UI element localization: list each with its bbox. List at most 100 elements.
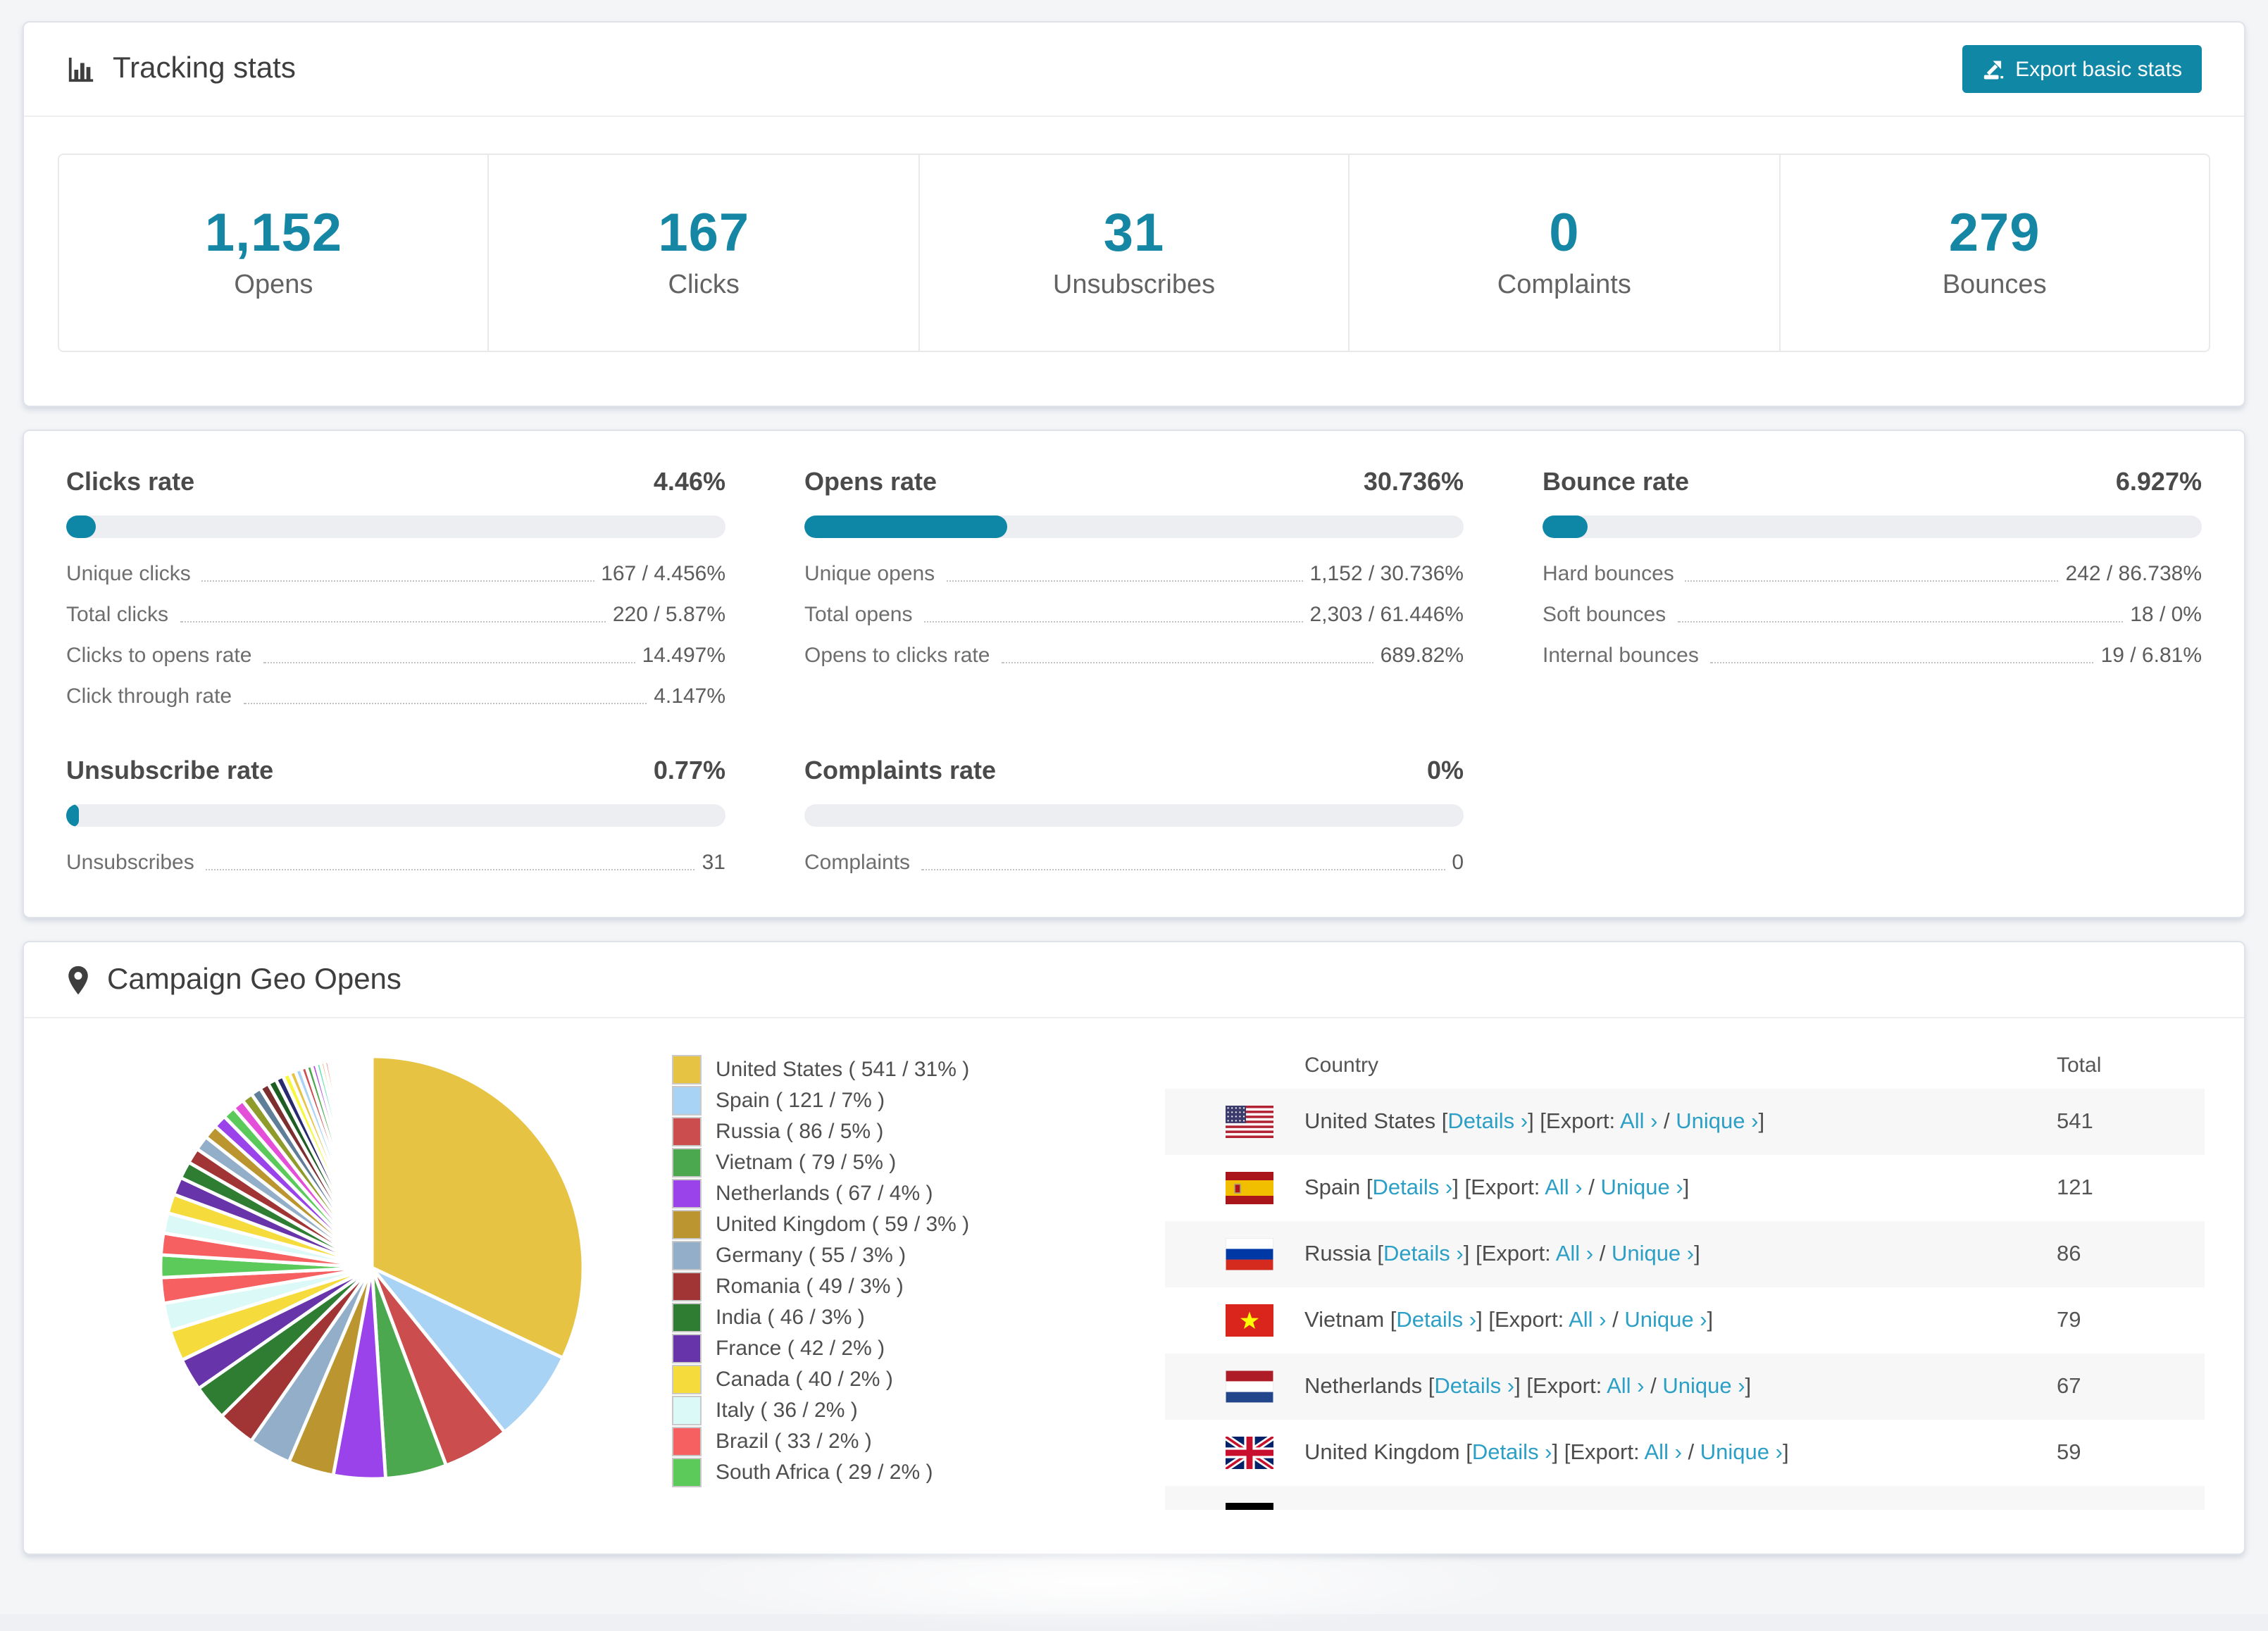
export-unique-link-vietnam[interactable]: Unique › [1624,1308,1707,1332]
rate-row: Unsubscribes 31 [66,851,725,875]
dashboard-root: Tracking stats Export basic stats 1,152 O… [0,0,2268,1631]
map-pin-icon [66,964,90,995]
details-link-united-states[interactable]: Details › [1447,1109,1528,1133]
geo-table-header-country: Country [1304,1053,1379,1077]
bracket: ] [1683,1175,1690,1199]
stat-label: Opens [234,270,313,300]
bracket: ] [ [1552,1440,1571,1464]
rate-row: Opens to clicks rate 689.82% [804,644,1464,668]
rate-row-label: Unique opens [804,562,935,586]
export-unique-link-united-kingdom[interactable]: Unique › [1700,1440,1783,1464]
geo-table-row-russia: Russia [Details ›] [Export: All › / Uniq… [1165,1221,2205,1287]
details-link-russia[interactable]: Details › [1383,1242,1464,1266]
rate-row-label: Complaints [804,851,911,875]
details-link-spain[interactable]: Details › [1373,1175,1453,1199]
export-unique-link-united-states[interactable]: Unique › [1676,1109,1758,1133]
details-link-netherlands[interactable]: Details › [1434,1374,1514,1398]
export-all-link-vietnam[interactable]: All › [1569,1308,1606,1332]
legend-label: Vietnam ( 79 / 5% ) [716,1150,897,1174]
dotted-leader [180,621,606,623]
rate-row-value: 14.497% [642,644,725,668]
rate-row-value: 4.147% [654,685,725,708]
export-all-link-spain[interactable]: All › [1545,1175,1582,1199]
rate-row-label: Unsubscribes [66,851,194,875]
campaign-geo-opens-card: Campaign Geo Opens United States ( 541 /… [23,941,2245,1555]
legend-item-germany: Germany ( 55 / 3% ) [672,1241,969,1270]
details-link-germany[interactable]: Details › [1407,1506,1487,1510]
page: Tracking stats Export basic stats 1,152 O… [0,0,2268,1631]
export-prefix: Export: [1532,1374,1607,1398]
bracket: [ [1377,1242,1383,1266]
legend-item-brazil: Brazil ( 33 / 2% ) [672,1427,969,1456]
rate-row-label: Clicks to opens rate [66,644,252,668]
geo-row-country-cell: Spain [Details ›] [Export: All › / Uniqu… [1226,1172,2057,1204]
legend-swatch [672,1148,702,1177]
rate-block-bounce-rate: Bounce rate 6.927% Hard bounces 242 / 86.73… [1543,468,2202,708]
legend-swatch [672,1334,702,1363]
export-unique-link-russia[interactable]: Unique › [1612,1242,1694,1266]
rate-percent: 6.927% [2115,468,2202,496]
rate-title: Bounce rate [1543,468,1690,496]
slash: / [1582,1175,1601,1199]
slash: / [1681,1440,1700,1464]
export-all-link-united-kingdom[interactable]: All › [1645,1440,1682,1464]
legend-swatch [672,1458,702,1487]
rate-row-label: Opens to clicks rate [804,644,990,668]
export-all-link-united-states[interactable]: All › [1620,1109,1657,1133]
legend-item-vietnam: Vietnam ( 79 / 5% ) [672,1148,969,1177]
bracket: ] [ [1514,1374,1533,1398]
stat-box: 0 Complaints [1348,155,1778,351]
dotted-leader [1685,580,2059,582]
rates-card: Clicks rate 4.46% Unique clicks 167 / 4.456… [23,430,2245,918]
export-prefix: Export: [1481,1242,1556,1266]
rate-percent: 30.736% [1363,468,1464,496]
export-basic-stats-button[interactable]: Export basic stats [1962,45,2202,93]
bracket: ] [1694,1242,1700,1266]
export-prefix: Export: [1570,1440,1645,1464]
export-all-link-russia[interactable]: All › [1556,1242,1593,1266]
legend-item-france: France ( 42 / 2% ) [672,1334,969,1363]
geo-row-country-cell: Germany [Details ›] [Export: All › / Uni… [1226,1503,2057,1510]
geo-row-country-cell: Russia [Details ›] [Export: All › / Uniq… [1225,1237,2057,1271]
rate-row: Unique clicks 167 / 4.456% [66,562,725,586]
export-unique-link-netherlands[interactable]: Unique › [1662,1374,1745,1398]
geo-row-text: United Kingdom [Details ›] [Export: All … [1304,1440,1789,1466]
bracket: ] [ [1463,1242,1482,1266]
geo-opens-table: Country Total United States [Details ›] … [1165,1041,2205,1510]
details-link-united-kingdom[interactable]: Details › [1472,1440,1552,1464]
legend-label: India ( 46 / 3% ) [716,1305,865,1329]
legend-item-india: India ( 46 / 3% ) [672,1303,969,1332]
rate-row: Clicks to opens rate 14.497% [66,644,725,668]
rate-progress-bar [804,515,1464,538]
export-unique-link-germany[interactable]: Unique › [1635,1506,1717,1510]
rate-row-value: 167 / 4.456% [601,562,725,586]
geo-row-total: 79 [2057,1308,2081,1332]
geo-row-country-cell: Vietnam [Details ›] [Export: All › / Uni… [1226,1304,2057,1337]
export-all-link-netherlands[interactable]: All › [1607,1374,1644,1398]
slash: / [1616,1506,1635,1510]
geo-table-row-netherlands: Netherlands [Details ›] [Export: All › /… [1165,1354,2205,1420]
bracket: ] [ [1528,1109,1546,1133]
legend-swatch [672,1365,702,1394]
rate-row-label: Internal bounces [1543,644,1699,668]
geo-row-text: Spain [Details ›] [Export: All › / Uniqu… [1304,1175,1689,1201]
bracket: [ [1466,1440,1472,1464]
ru-flag-icon [1225,1237,1274,1271]
rate-row-label: Click through rate [66,685,232,708]
legend-swatch [672,1055,702,1085]
details-link-vietnam[interactable]: Details › [1396,1308,1476,1332]
rate-rows: Complaints 0 [804,851,1464,875]
tracking-stats-title: Tracking stats [66,52,296,86]
legend-label: Spain ( 121 / 7% ) [716,1088,885,1112]
stat-value: 31 [1103,204,1165,263]
rate-rows: Unsubscribes 31 [66,851,725,875]
pie-slice-other[interactable] [369,1054,374,1270]
legend-swatch [672,1117,702,1146]
bracket: ] [1707,1308,1714,1332]
export-unique-link-spain[interactable]: Unique › [1600,1175,1683,1199]
export-all-link-germany[interactable]: All › [1578,1506,1616,1510]
country-name: Germany [1304,1506,1400,1510]
dotted-leader [921,869,1445,870]
dotted-leader [243,703,647,704]
rate-row: Click through rate 4.147% [66,685,725,708]
